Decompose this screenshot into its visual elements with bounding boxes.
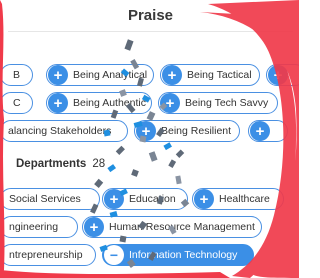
department-chip-label: Information Technology — [129, 249, 238, 261]
skill-chip-label: alancing Stakeholders — [8, 125, 112, 137]
skills-row-3: alancing Stakeholders + Being Resilient … — [0, 120, 293, 144]
remove-icon[interactable]: − — [104, 245, 124, 265]
skill-chip-label: Being Tech Savvy — [185, 97, 269, 109]
department-chip[interactable]: ntrepreneurship — [0, 244, 96, 266]
praise-sheet: Praise B + Being Analytical + Being Tact… — [0, 0, 299, 278]
skills-row-2: C + Being Authentic + Being Tech Savvy — [0, 92, 293, 116]
departments-row-3: ntrepreneurship − Information Technology — [0, 244, 293, 268]
add-icon[interactable]: + — [104, 189, 124, 209]
departments-row-2: ngineering + Human Resource Management — [0, 216, 293, 240]
departments-row-1: Social Services + Education + Healthcare — [0, 188, 293, 212]
department-chip-label: ntrepreneurship — [9, 249, 83, 261]
skill-chip-label: Being Authentic — [73, 97, 146, 109]
skill-chip[interactable]: + Being Authentic — [46, 92, 152, 114]
skill-chip[interactable]: + — [266, 64, 299, 86]
departments-heading-label: Departments — [16, 158, 87, 170]
add-icon[interactable]: + — [268, 65, 288, 85]
add-icon[interactable]: + — [162, 65, 182, 85]
department-chip-label: ngineering — [9, 221, 59, 233]
skill-chip-label: Being Analytical — [73, 69, 148, 81]
add-icon[interactable]: + — [48, 93, 68, 113]
title-divider — [8, 31, 293, 32]
skill-chip[interactable]: + Being Tech Savvy — [158, 92, 278, 114]
skill-chip[interactable]: alancing Stakeholders — [0, 120, 128, 142]
skill-chip[interactable]: + — [248, 120, 288, 142]
department-chip[interactable]: ngineering — [0, 216, 78, 238]
skill-chip[interactable]: + Being Analytical — [46, 64, 154, 86]
add-icon[interactable]: + — [250, 121, 270, 141]
page-title: Praise — [127, 7, 174, 24]
department-chip[interactable]: + Human Resource Management — [82, 216, 262, 238]
skill-chip[interactable]: B — [0, 64, 33, 86]
add-icon[interactable]: + — [48, 65, 68, 85]
department-chip[interactable]: + Healthcare — [192, 188, 284, 210]
skill-chip-label: C — [13, 97, 21, 109]
skill-chip-label: B — [13, 69, 21, 81]
department-chip-label: Healthcare — [219, 193, 270, 205]
department-chip-selected[interactable]: − Information Technology — [102, 244, 254, 266]
skills-row-1: B + Being Analytical + Being Tactical + — [0, 64, 299, 88]
skill-chip[interactable]: + Being Resilient — [134, 120, 240, 142]
skill-chip[interactable]: + Being Tactical — [160, 64, 260, 86]
department-chip[interactable]: Social Services — [0, 188, 100, 210]
department-chip-label: Human Resource Management — [109, 221, 255, 233]
departments-count: 28 — [92, 158, 106, 170]
departments-heading: Departments 28 — [16, 158, 105, 170]
department-chip[interactable]: + Education — [102, 188, 188, 210]
add-icon[interactable]: + — [160, 93, 180, 113]
skill-chip-label: Being Resilient — [161, 125, 232, 137]
praise-screen: Praise B + Being Analytical + Being Tact… — [0, 0, 299, 278]
add-icon[interactable]: + — [84, 217, 104, 237]
skill-chip[interactable]: C — [0, 92, 33, 114]
add-icon[interactable]: + — [136, 121, 156, 141]
add-icon[interactable]: + — [194, 189, 214, 209]
department-chip-label: Social Services — [9, 193, 81, 205]
department-chip-label: Education — [129, 193, 176, 205]
skill-chip-label: Being Tactical — [187, 69, 252, 81]
